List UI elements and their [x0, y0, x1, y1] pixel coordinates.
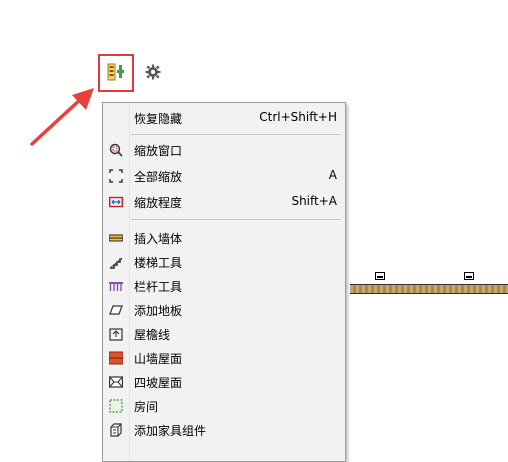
menu-item-add-furniture[interactable]: 添加家具组件	[103, 419, 345, 441]
context-menu: 恢复隐藏 Ctrl+Shift+H 缩放窗口 全部缩放 A 缩放程度 Shift…	[102, 102, 346, 462]
floor-icon	[109, 303, 123, 317]
menu-item-shortcut: Ctrl+Shift+H	[259, 110, 337, 124]
gable-roof-icon	[108, 351, 124, 365]
menu-item-label: 屋檐线	[134, 328, 171, 342]
menu-item-stairs-tool[interactable]: 楼梯工具	[103, 251, 345, 273]
menu-item-room[interactable]: 房间	[103, 395, 345, 417]
zoom-window-icon	[109, 143, 123, 157]
menu-item-eave-line[interactable]: 屋檐线	[103, 323, 345, 345]
menu-item-gable-roof[interactable]: 山墙屋面	[103, 347, 345, 369]
zoom-extent-icon	[108, 195, 124, 209]
wall-marker[interactable]	[375, 272, 385, 280]
hip-roof-icon	[109, 375, 124, 389]
menu-item-add-floor[interactable]: 添加地板	[103, 299, 345, 321]
menu-item-label: 插入墙体	[134, 232, 183, 246]
menu-item-label: 栏杆工具	[134, 280, 183, 294]
menu-separator	[131, 219, 341, 220]
zoom-all-icon	[109, 169, 123, 183]
room-icon	[109, 399, 123, 413]
menu-item-label: 楼梯工具	[134, 256, 183, 270]
menu-item-shortcut: Shift+A	[291, 194, 337, 208]
menu-item-label: 房间	[134, 400, 159, 414]
menu-item-zoom-extent[interactable]: 缩放程度 Shift+A	[103, 191, 345, 213]
menu-item-hip-roof[interactable]: 四坡屋面	[103, 371, 345, 393]
plan-tool-button[interactable]	[98, 54, 134, 92]
menu-item-label: 缩放窗口	[134, 144, 183, 158]
annotation-arrow	[30, 88, 94, 146]
menu-item-label: 缩放程度	[134, 196, 183, 210]
menu-item-restore-hidden[interactable]: 恢复隐藏 Ctrl+Shift+H	[103, 107, 345, 129]
menu-item-insert-wall[interactable]: 插入墙体	[103, 227, 345, 249]
menu-item-zoom-all[interactable]: 全部缩放 A	[103, 165, 345, 187]
furniture-icon	[109, 423, 123, 437]
stairs-icon	[109, 255, 123, 269]
wall-segment[interactable]	[350, 284, 508, 294]
menu-item-label: 添加家具组件	[134, 424, 207, 438]
menu-item-label: 添加地板	[134, 304, 183, 318]
menu-item-shortcut: A	[328, 168, 337, 182]
gear-icon	[145, 64, 161, 83]
menu-separator	[131, 134, 341, 135]
menu-item-label: 山墙屋面	[134, 352, 183, 366]
menu-item-railing-tool[interactable]: 栏杆工具	[103, 275, 345, 297]
wall-icon	[108, 231, 124, 245]
menu-item-label: 全部缩放	[134, 170, 183, 184]
settings-button[interactable]	[141, 58, 165, 88]
plan-tool-icon	[107, 63, 125, 84]
wall-marker[interactable]	[464, 272, 474, 280]
menu-item-zoom-window[interactable]: 缩放窗口	[103, 139, 345, 161]
menu-item-label: 恢复隐藏	[134, 112, 183, 126]
eave-icon	[109, 327, 123, 341]
railing-icon	[109, 279, 123, 293]
menu-item-label: 四坡屋面	[134, 376, 183, 390]
